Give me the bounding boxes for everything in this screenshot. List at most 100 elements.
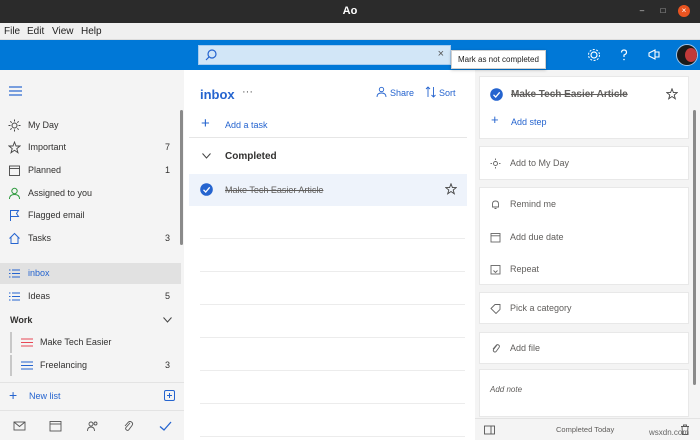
- people-icon[interactable]: [86, 420, 99, 432]
- sidebar-item-important[interactable]: Important 7: [0, 137, 181, 158]
- completed-checkbox-icon[interactable]: [200, 183, 213, 196]
- pick-category-label: Pick a category: [510, 303, 572, 313]
- sidebar-item-count: 5: [164, 291, 170, 301]
- sidebar-item-planned[interactable]: Planned 1: [0, 160, 181, 181]
- sidebar-item-label: inbox: [28, 268, 50, 278]
- add-to-my-day-label: Add to My Day: [510, 158, 570, 168]
- chevron-down-icon[interactable]: [163, 317, 172, 323]
- app-switcher: [0, 410, 184, 440]
- new-list-bar: + New list: [0, 382, 184, 408]
- menu-edit[interactable]: Edit: [27, 26, 44, 37]
- completed-checkbox-icon[interactable]: [490, 88, 503, 101]
- sidebar-item-label: Important: [28, 142, 67, 152]
- new-group-icon[interactable]: [163, 389, 176, 402]
- todo-check-icon[interactable]: [159, 420, 172, 432]
- sidebar-item-tasks[interactable]: Tasks 3: [0, 228, 181, 249]
- search-clear-icon[interactable]: ×: [438, 48, 444, 60]
- list-title[interactable]: inbox: [200, 87, 235, 102]
- menu-help[interactable]: Help: [81, 26, 102, 37]
- sidebar-item-inbox[interactable]: inbox: [0, 263, 181, 284]
- announcement-icon[interactable]: [646, 47, 662, 63]
- sidebar-item-count: 3: [164, 233, 170, 243]
- attachment-icon[interactable]: [122, 420, 135, 432]
- sidebar-item-label: My Day: [28, 120, 59, 130]
- empty-row-divider: [200, 403, 465, 404]
- plus-icon[interactable]: +: [9, 388, 17, 402]
- add-file-label: Add file: [510, 343, 541, 353]
- add-file-button[interactable]: Add file: [480, 334, 690, 362]
- home-icon: [9, 232, 20, 244]
- plus-icon: +: [491, 112, 499, 127]
- add-to-my-day-button[interactable]: Add to My Day: [480, 149, 690, 177]
- task-list-pane: inbox ··· Share Sort + Add a task Comple…: [184, 70, 475, 440]
- menu-view[interactable]: View: [52, 26, 74, 37]
- list-icon: [9, 269, 20, 278]
- calendar-icon: [490, 233, 501, 243]
- new-list-button[interactable]: New list: [29, 391, 61, 401]
- sidebar-item-label: Tasks: [28, 233, 52, 243]
- window-titlebar: Ao – □ ×: [0, 0, 700, 23]
- sun-icon: [8, 119, 21, 132]
- sidebar-item-freelancing-row[interactable]: Freelancing 3: [10, 355, 181, 376]
- sidebar-item-count: 7: [164, 142, 170, 152]
- add-task-input[interactable]: + Add a task: [189, 111, 467, 138]
- detail-scrollbar[interactable]: [693, 110, 696, 385]
- sidebar-item-assigned[interactable]: Assigned to you: [0, 183, 181, 204]
- sidebar-item-make-tech-easier[interactable]: Make Tech Easier: [10, 332, 181, 353]
- bell-icon: [492, 200, 499, 209]
- star-icon: [8, 141, 21, 154]
- close-button[interactable]: ×: [678, 5, 690, 17]
- sidebar-item-label: Make Tech Easier: [40, 337, 112, 347]
- menu-file[interactable]: File: [4, 26, 20, 37]
- chevron-down-icon: [202, 153, 211, 159]
- completed-section-header[interactable]: Completed: [189, 147, 467, 167]
- my-day-card: Add to My Day: [479, 146, 689, 180]
- star-icon[interactable]: [445, 183, 457, 195]
- sun-icon: [490, 158, 501, 169]
- calendar-icon: [9, 165, 20, 176]
- hide-detail-icon[interactable]: [484, 425, 495, 435]
- list-options-button[interactable]: ···: [242, 86, 253, 98]
- help-icon[interactable]: [616, 47, 632, 63]
- group-work[interactable]: Work: [10, 315, 32, 325]
- add-step-button[interactable]: Add step: [511, 117, 547, 127]
- sidebar-item-count: 3: [164, 360, 170, 370]
- sidebar-scrollbar[interactable]: [180, 110, 183, 245]
- task-row[interactable]: Make Tech Easier Article: [189, 174, 467, 206]
- repeat-button[interactable]: Repeat: [480, 255, 690, 283]
- add-due-date-button[interactable]: Add due date: [480, 223, 690, 251]
- note-field[interactable]: Add note: [479, 369, 689, 417]
- category-card: Pick a category: [479, 292, 689, 324]
- remind-me-button[interactable]: Remind me: [480, 190, 690, 218]
- add-task-label: Add a task: [225, 120, 268, 130]
- repeat-icon: [490, 265, 501, 275]
- minimize-button[interactable]: –: [636, 5, 648, 17]
- maximize-button[interactable]: □: [657, 5, 669, 17]
- menubar: File Edit View Help: [0, 23, 700, 40]
- calendar-icon[interactable]: [49, 420, 62, 432]
- repeat-label: Repeat: [510, 264, 540, 274]
- sort-label: Sort: [439, 88, 456, 98]
- pick-category-button[interactable]: Pick a category: [480, 294, 690, 322]
- avatar[interactable]: [676, 44, 698, 66]
- search-input[interactable]: ×: [198, 45, 451, 65]
- flag-icon: [10, 210, 20, 221]
- empty-row-divider: [200, 436, 465, 437]
- completed-label: Completed: [225, 151, 277, 162]
- list-icon: [21, 361, 33, 370]
- task-title: Make Tech Easier Article: [225, 185, 324, 195]
- sidebar-item-label: Flagged email: [28, 210, 85, 220]
- sidebar-item-ideas[interactable]: Ideas 5: [0, 286, 181, 307]
- sidebar-item-count: 1: [164, 165, 170, 175]
- sidebar-item-flagged[interactable]: Flagged email: [0, 205, 181, 226]
- remind-me-label: Remind me: [510, 199, 557, 209]
- mail-icon[interactable]: [13, 420, 26, 432]
- watermark-text: wsxdn.com: [649, 428, 690, 437]
- star-icon[interactable]: [666, 88, 678, 100]
- settings-gear-icon[interactable]: [586, 47, 602, 63]
- tag-icon: [490, 304, 501, 314]
- hamburger-menu-icon[interactable]: [9, 86, 22, 96]
- detail-task-title[interactable]: Make Tech Easier Article: [511, 89, 628, 100]
- sidebar-item-label: Planned: [28, 165, 62, 175]
- sidebar-item-my-day[interactable]: My Day: [0, 115, 181, 136]
